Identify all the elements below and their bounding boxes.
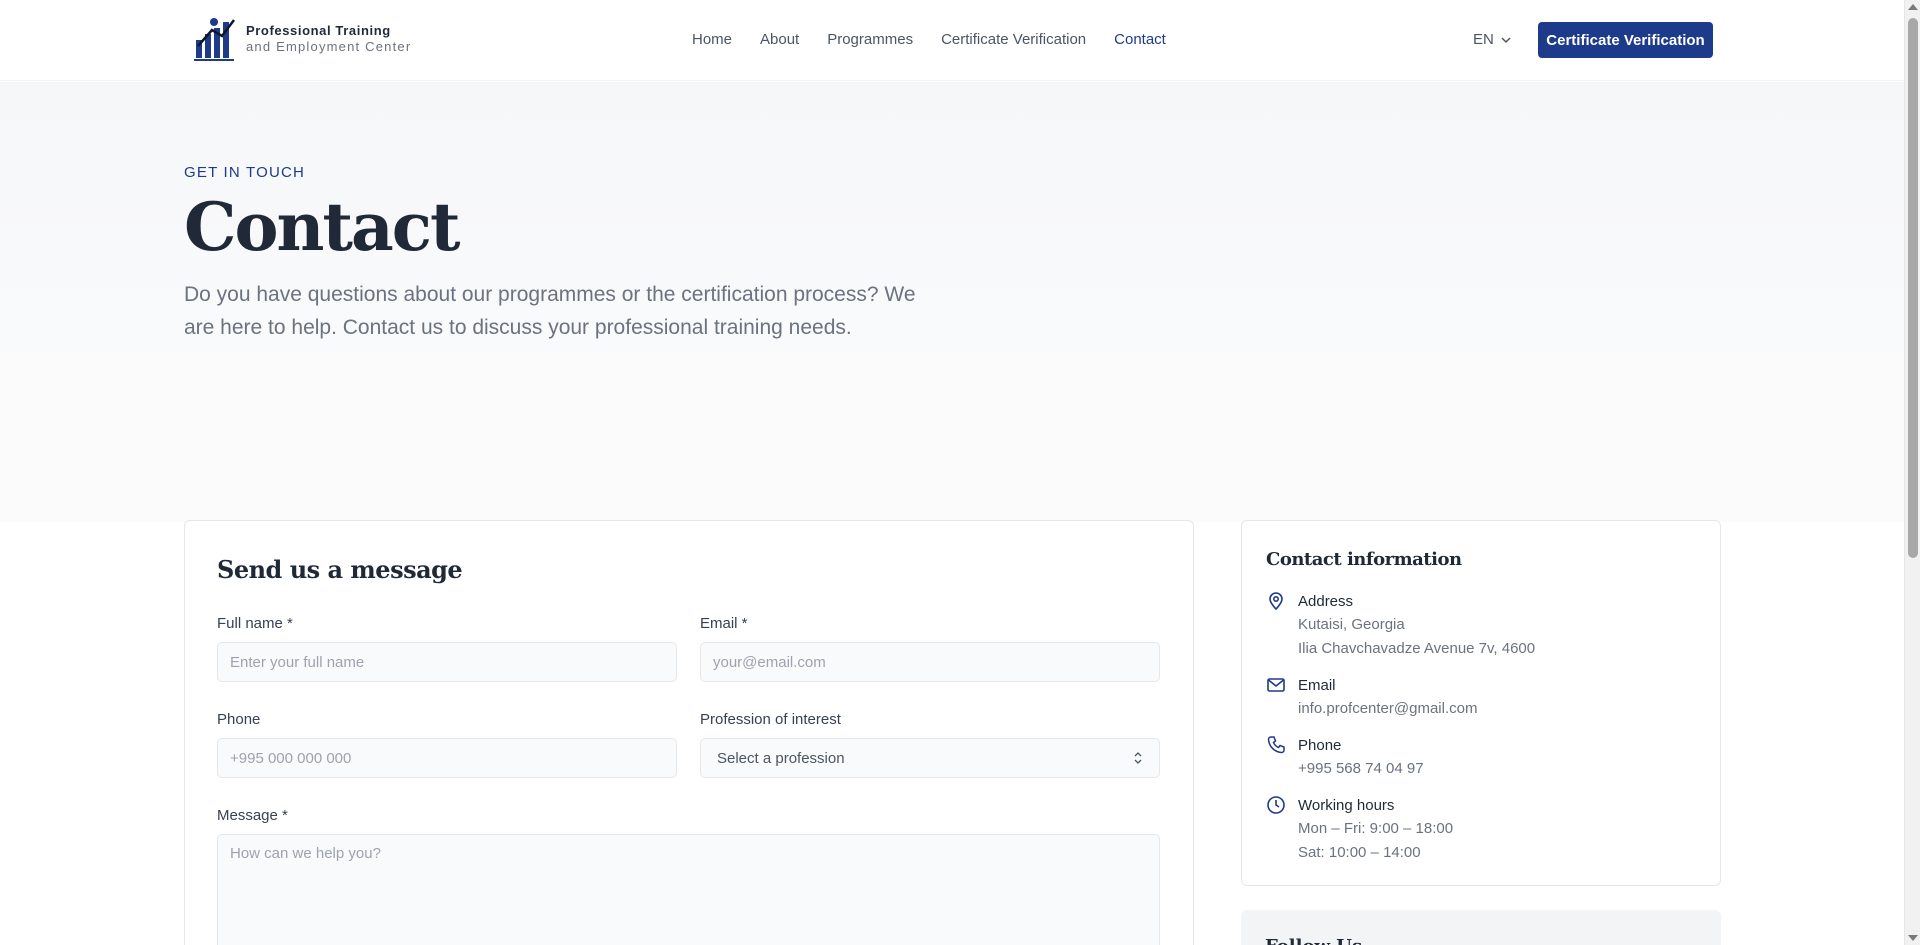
phone-input[interactable] bbox=[217, 738, 677, 778]
email-item: Email info.profcenter@gmail.com bbox=[1266, 675, 1477, 721]
language-selector[interactable]: EN bbox=[1473, 31, 1512, 48]
logo-title: Professional Training bbox=[246, 23, 391, 38]
email-value[interactable]: info.profcenter@gmail.com bbox=[1298, 697, 1477, 721]
logo-mark-icon bbox=[194, 18, 235, 61]
phone-label: Phone bbox=[217, 711, 261, 728]
clock-icon bbox=[1267, 796, 1285, 814]
form-title: Send us a message bbox=[217, 555, 463, 584]
message-form-card: Send us a message Full name * Email * Ph… bbox=[184, 520, 1194, 945]
logo[interactable]: Professional Training and Employment Cen… bbox=[192, 16, 411, 62]
message-label: Message * bbox=[217, 807, 288, 824]
address-line2: Ilia Chavchavadze Avenue 7v, 4600 bbox=[1298, 640, 1536, 657]
nav-certificate-verification[interactable]: Certificate Verification bbox=[941, 31, 1086, 48]
email-input[interactable] bbox=[700, 642, 1160, 682]
phone-info-label: Phone bbox=[1298, 737, 1342, 754]
scrollbar-thumb[interactable] bbox=[1908, 18, 1918, 558]
email-label: Email * bbox=[700, 615, 748, 632]
page-scrollbar[interactable] bbox=[1904, 0, 1920, 945]
language-code: EN bbox=[1473, 31, 1494, 48]
hours-line1: Mon – Fri: 9:00 – 18:00 bbox=[1298, 820, 1454, 837]
certificate-verification-button[interactable]: Certificate Verification bbox=[1538, 22, 1713, 58]
logo-subtitle: and Employment Center bbox=[246, 39, 412, 54]
scroll-up-icon[interactable] bbox=[1908, 4, 1918, 10]
hours-item: Working hours Mon – Fri: 9:00 – 18:00 Sa… bbox=[1266, 795, 1453, 865]
nav-about[interactable]: About bbox=[760, 31, 799, 48]
hero-lead: Do you have questions about our programm… bbox=[184, 283, 916, 339]
follow-us-title: Follow Us bbox=[1265, 936, 1362, 945]
profession-select[interactable]: Select a profession bbox=[700, 738, 1160, 778]
full-name-label: Full name * bbox=[217, 615, 293, 632]
hours-label: Working hours bbox=[1298, 797, 1395, 814]
follow-us-card: Follow Us bbox=[1241, 910, 1721, 945]
contact-info-title: Contact information bbox=[1266, 549, 1462, 570]
chevron-down-icon bbox=[1501, 36, 1511, 43]
profession-select-value: Select a profession bbox=[717, 749, 845, 767]
site-header: Professional Training and Employment Cen… bbox=[0, 0, 1904, 81]
phone-icon bbox=[1267, 736, 1285, 754]
address-label: Address bbox=[1298, 593, 1354, 610]
nav-home[interactable]: Home bbox=[692, 31, 732, 48]
contact-info-card: Contact information Address Kutaisi, Geo… bbox=[1241, 520, 1721, 886]
select-updown-icon bbox=[1134, 752, 1142, 764]
address-line1: Kutaisi, Georgia bbox=[1298, 616, 1405, 633]
map-pin-icon bbox=[1269, 592, 1283, 611]
phone-value[interactable]: +995 568 74 04 97 bbox=[1298, 757, 1424, 781]
nav-programmes[interactable]: Programmes bbox=[827, 31, 913, 48]
message-textarea[interactable] bbox=[217, 834, 1160, 945]
address-item: Address Kutaisi, Georgia Ilia Chavchavad… bbox=[1266, 591, 1535, 661]
section-spacer bbox=[0, 352, 1904, 522]
hero-eyebrow: GET IN TOUCH bbox=[184, 164, 306, 181]
mail-icon bbox=[1267, 678, 1285, 692]
page-title: Contact bbox=[184, 188, 460, 266]
phone-item: Phone +995 568 74 04 97 bbox=[1266, 735, 1424, 781]
main-nav: Home About Programmes Certificate Verifi… bbox=[692, 31, 1166, 48]
nav-contact[interactable]: Contact bbox=[1114, 31, 1166, 48]
hours-line2: Sat: 10:00 – 14:00 bbox=[1298, 844, 1421, 861]
full-name-input[interactable] bbox=[217, 642, 677, 682]
scroll-down-icon[interactable] bbox=[1908, 935, 1918, 941]
profession-label: Profession of interest bbox=[700, 711, 841, 728]
email-info-label: Email bbox=[1298, 677, 1336, 694]
